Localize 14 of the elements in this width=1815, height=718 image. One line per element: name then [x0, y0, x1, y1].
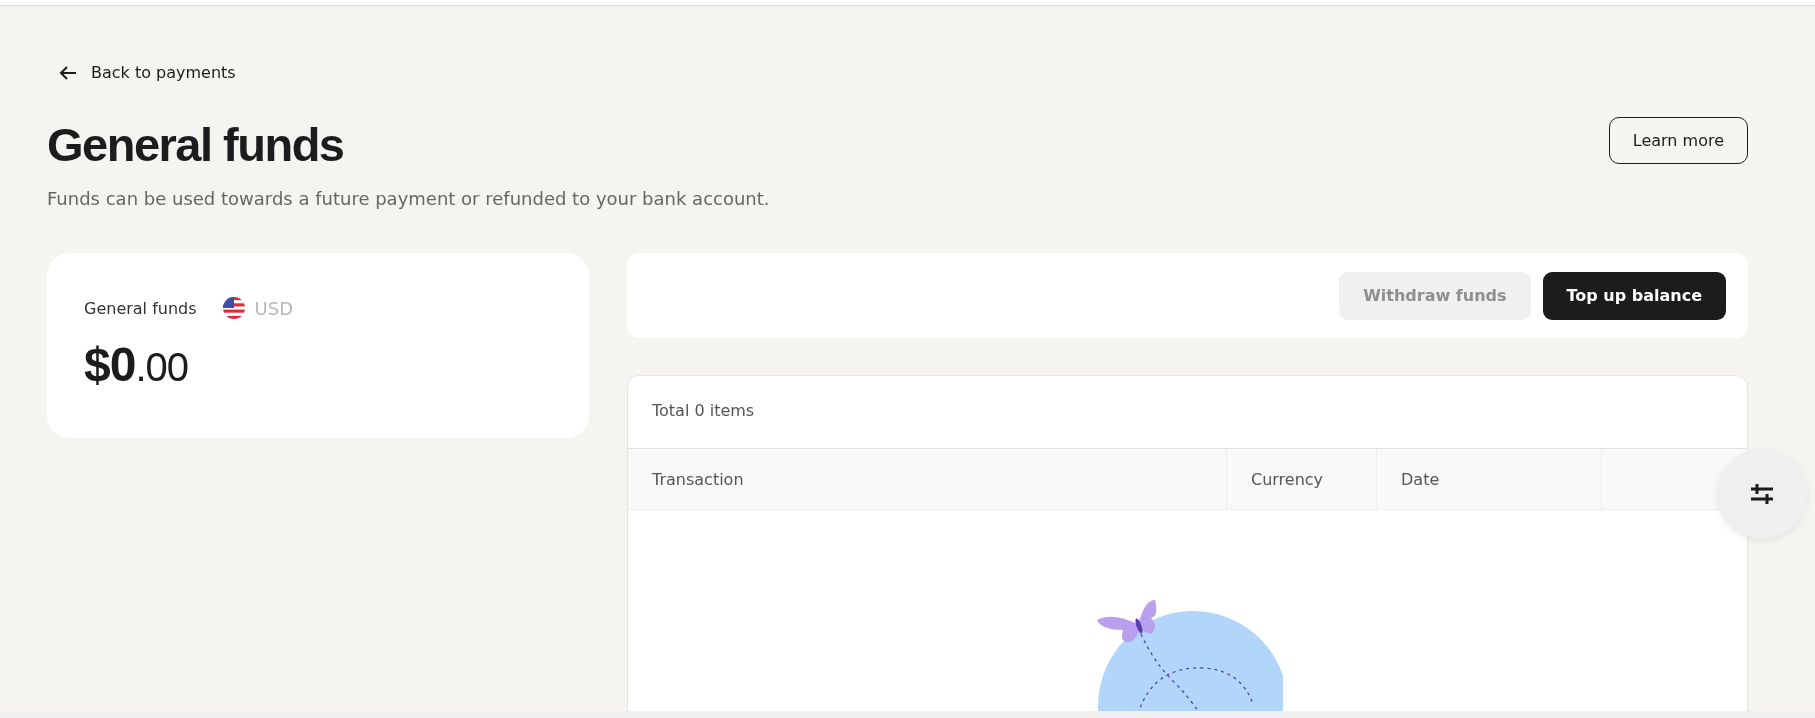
back-link[interactable]: Back to payments — [59, 63, 236, 82]
learn-more-button[interactable]: Learn more — [1608, 117, 1748, 164]
top-up-button[interactable]: Top up balance — [1542, 271, 1726, 320]
column-header: Currency — [1227, 449, 1377, 509]
sliders-icon — [1749, 481, 1775, 507]
balance-amount: $0.00 — [84, 337, 189, 392]
page-subtitle: Funds can be used towards a future payment or refunded to your bank account. — [47, 188, 770, 209]
flag-icon — [222, 297, 245, 319]
page-title: General funds — [47, 117, 345, 172]
column-header: Transaction — [628, 449, 1227, 509]
arrow-left-icon — [59, 64, 77, 81]
currency-code: USD — [254, 297, 293, 319]
column-header: Date — [1377, 449, 1602, 509]
balance-label: General funds — [84, 298, 197, 318]
